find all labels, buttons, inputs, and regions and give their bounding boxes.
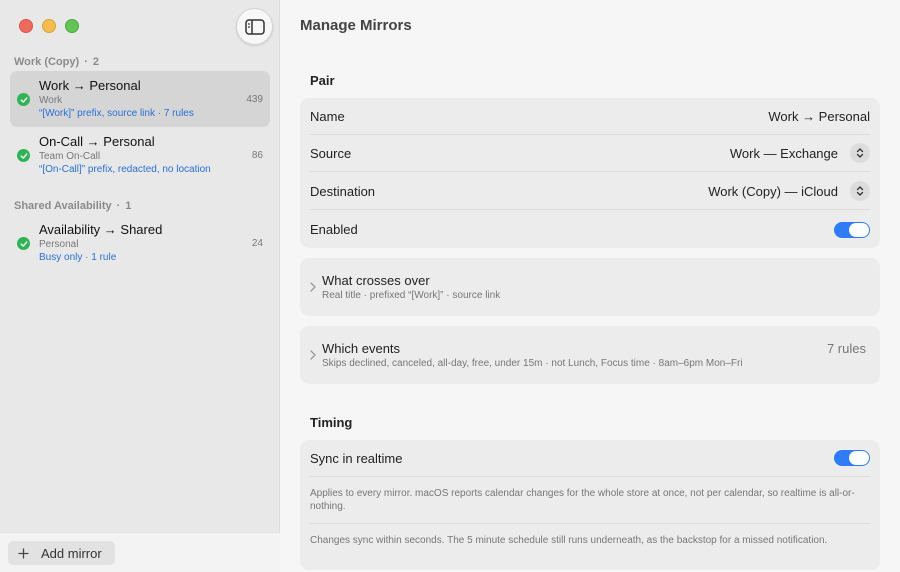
rules-count: 7 rules (826, 341, 866, 356)
source-row: Source Work — Exchange (310, 135, 870, 172)
status-check-icon (17, 149, 30, 162)
window-controls (19, 19, 79, 33)
mirror-title: Availability → Shared (39, 222, 163, 237)
timing-card: Sync in realtime Applies to every mirror… (300, 440, 880, 570)
enabled-toggle[interactable] (834, 221, 870, 238)
group-separator: · (116, 200, 121, 212)
sidebar-toggle-icon (244, 18, 265, 35)
mirror-item-work-personal[interactable]: Work → Personal Work “[Work]” prefix, so… (10, 71, 270, 127)
toggle-sidebar-button[interactable] (236, 8, 273, 45)
pair-card: Name Work → Personal Source Work — Excha… (300, 98, 880, 248)
mirror-source: Personal (39, 239, 79, 250)
chevron-right-icon (310, 282, 316, 292)
source-value: Work — Exchange (729, 145, 838, 161)
group-count: 1 (125, 200, 132, 212)
mirror-count: 439 (246, 94, 263, 105)
mirror-count: 24 (251, 238, 263, 249)
group-name: Work (Copy) (14, 56, 80, 68)
minimize-window-button[interactable] (42, 19, 56, 33)
mirror-count: 86 (251, 150, 263, 161)
group-header-shared-availability: Shared Availability · 1 (14, 200, 131, 212)
mirror-title: Work → Personal (39, 78, 141, 93)
detail-pane: Manage Mirrors Pair Name Work → Personal… (280, 0, 900, 572)
section-title-pair: Pair (310, 73, 335, 88)
toggle-knob (849, 451, 869, 465)
mirror-item-availability-shared[interactable]: Availability → Shared Personal Busy only… (10, 215, 270, 271)
destination-popup[interactable]: Work (Copy) — iCloud (708, 181, 870, 201)
section-title-timing: Timing (310, 415, 353, 430)
close-window-button[interactable] (19, 19, 33, 33)
name-label: Name (310, 108, 345, 124)
destination-label: Destination (310, 183, 376, 199)
status-check-icon (17, 93, 30, 106)
status-check-icon (17, 237, 30, 250)
mirror-detail: Busy only · 1 rule (39, 252, 117, 263)
which-events-title: Which events (322, 341, 401, 356)
mirror-source: Work (39, 95, 63, 106)
what-crosses-over-disclosure[interactable]: What crosses over Real title · prefixed … (300, 258, 880, 316)
what-crosses-over-summary: Real title · prefixed “[Work]” · source … (322, 290, 501, 301)
realtime-label: Sync in realtime (310, 450, 403, 466)
mirror-detail: “[On-Call]” prefix, redacted, no locatio… (39, 164, 211, 175)
updown-chevron-icon (850, 143, 870, 163)
updown-chevron-icon (850, 181, 870, 201)
group-header-work-copy: Work (Copy) · 2 (14, 56, 99, 68)
group-count: 2 (92, 56, 99, 68)
page-title: Manage Mirrors (300, 17, 412, 34)
toggle-knob (849, 222, 869, 237)
chevron-right-icon (310, 350, 316, 360)
which-events-summary: Skips declined, canceled, all-day, free,… (322, 358, 743, 369)
plus-icon (18, 547, 29, 559)
destination-row: Destination Work (Copy) — iCloud (310, 173, 870, 210)
add-mirror-button[interactable]: Add mirror (8, 541, 115, 565)
name-field[interactable]: Work → Personal (768, 109, 870, 124)
enabled-row: Enabled (310, 211, 870, 248)
mirror-source: Team On-Call (39, 151, 101, 162)
source-label: Source (310, 145, 352, 161)
realtime-toggle[interactable] (834, 450, 870, 466)
mirror-title: On-Call → Personal (39, 134, 155, 149)
what-crosses-over-title: What crosses over (322, 273, 430, 288)
group-name: Shared Availability (14, 200, 112, 212)
add-mirror-label: Add mirror (41, 545, 102, 561)
group-separator: · (84, 56, 88, 68)
mirror-item-on-call-personal[interactable]: On-Call → Personal Team On-Call “[On-Cal… (10, 127, 270, 183)
sidebar-footer: Add mirror (0, 532, 280, 572)
zoom-window-button[interactable] (65, 19, 79, 33)
enabled-label: Enabled (310, 222, 358, 237)
realtime-row: Sync in realtime (310, 440, 870, 477)
destination-value: Work (Copy) — iCloud (708, 183, 838, 199)
which-events-disclosure[interactable]: Which events Skips declined, canceled, a… (300, 326, 880, 384)
mirror-detail: “[Work]” prefix, source link · 7 rules (39, 108, 194, 119)
sidebar: Work (Copy) · 2 Work → Personal Work “[Wor… (0, 0, 280, 572)
realtime-note: Applies to every mirror. macOS reports c… (310, 487, 870, 524)
schedule-note: Changes sync within seconds. The 5 minut… (310, 535, 828, 546)
source-popup[interactable]: Work — Exchange (730, 143, 870, 163)
name-row: Name Work → Personal (310, 98, 870, 135)
